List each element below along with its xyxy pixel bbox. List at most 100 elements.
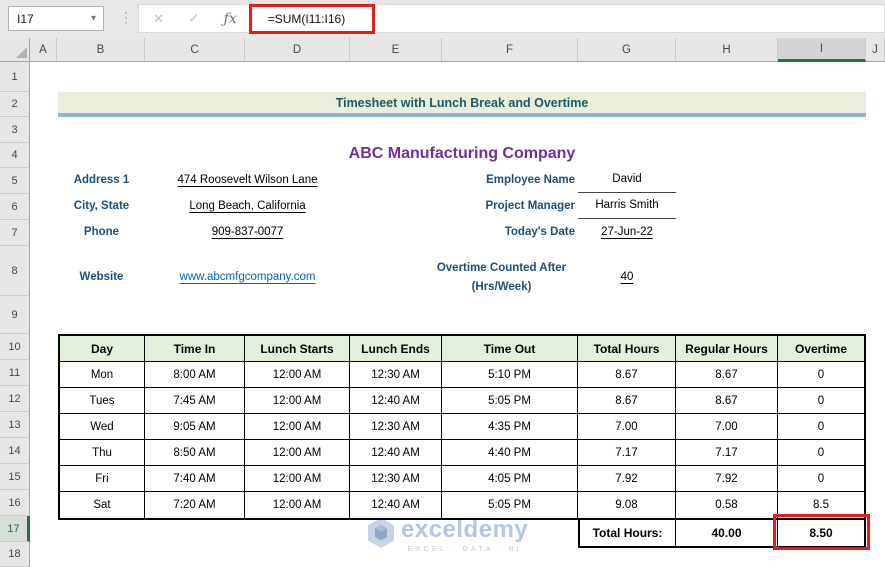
cell-G11[interactable]: 8.67: [578, 362, 676, 388]
column-header-F[interactable]: F: [442, 38, 578, 62]
cell-F15[interactable]: 4:05 PM: [442, 466, 578, 492]
cell-B12[interactable]: Tues: [60, 388, 145, 414]
enter-icon[interactable]: ✓: [188, 10, 200, 27]
cell-G16[interactable]: 9.08: [578, 492, 676, 518]
cell-D14[interactable]: 12:00 AM: [245, 440, 350, 466]
cell-B14[interactable]: Thu: [60, 440, 145, 466]
todays-date-value[interactable]: 27-Jun-22: [578, 226, 676, 238]
column-header-D[interactable]: D: [245, 38, 350, 62]
cell-C16[interactable]: 7:20 AM: [145, 492, 245, 518]
cell-E16[interactable]: 12:40 AM: [350, 492, 442, 518]
row-header-13[interactable]: 13: [0, 412, 30, 438]
row-header-18[interactable]: 18: [0, 542, 30, 567]
cell-G17[interactable]: Total Hours:: [580, 520, 676, 546]
cancel-icon[interactable]: ✕: [153, 11, 164, 27]
row-header-14[interactable]: 14: [0, 438, 30, 464]
cell-H11[interactable]: 8.67: [676, 362, 778, 388]
column-header-C[interactable]: C: [145, 38, 245, 62]
cell-I15[interactable]: 0: [778, 466, 864, 492]
cell-C15[interactable]: 7:40 AM: [145, 466, 245, 492]
cell-F14[interactable]: 4:40 PM: [442, 440, 578, 466]
cell-E13[interactable]: 12:30 AM: [350, 414, 442, 440]
formula-input[interactable]: =SUM(I11:I16): [268, 12, 345, 26]
row-header-15[interactable]: 15: [0, 464, 30, 490]
address-value[interactable]: 474 Roosevelt Wilson Lane: [145, 174, 350, 186]
row-header-10[interactable]: 10: [0, 334, 30, 360]
cell-E14[interactable]: 12:40 AM: [350, 440, 442, 466]
row-header-11[interactable]: 11: [0, 360, 30, 386]
overtime-after-value[interactable]: 40: [578, 271, 676, 283]
cell-B13[interactable]: Wed: [60, 414, 145, 440]
row-header-17[interactable]: 17: [0, 516, 30, 542]
table-header-day[interactable]: Day: [60, 336, 145, 362]
cell-G15[interactable]: 7.92: [578, 466, 676, 492]
column-header-E[interactable]: E: [350, 38, 442, 62]
select-all-corner[interactable]: [0, 38, 30, 62]
column-header-B[interactable]: B: [57, 38, 145, 62]
table-header-regular-hours[interactable]: Regular Hours: [676, 336, 778, 362]
cell-B16[interactable]: Sat: [60, 492, 145, 518]
name-box-dropdown-icon[interactable]: ▾: [91, 13, 96, 24]
row-header-3[interactable]: 3: [0, 117, 30, 143]
column-header-G[interactable]: G: [578, 38, 676, 62]
cell-C12[interactable]: 7:45 AM: [145, 388, 245, 414]
row-header-9[interactable]: 9: [0, 296, 30, 334]
cell-D16[interactable]: 12:00 AM: [245, 492, 350, 518]
cell-I14[interactable]: 0: [778, 440, 864, 466]
cell-H16[interactable]: 0.58: [676, 492, 778, 518]
employee-name-value[interactable]: David: [578, 173, 676, 193]
table-header-lunch-ends[interactable]: Lunch Ends: [350, 336, 442, 362]
column-header-H[interactable]: H: [676, 38, 778, 62]
cell-C13[interactable]: 9:05 AM: [145, 414, 245, 440]
cell-I13[interactable]: 0: [778, 414, 864, 440]
cell-B11[interactable]: Mon: [60, 362, 145, 388]
cell-C14[interactable]: 8:50 AM: [145, 440, 245, 466]
insert-function-icon[interactable]: ƒx: [224, 11, 237, 27]
phone-value[interactable]: 909-837-0077: [145, 226, 350, 238]
cell-B15[interactable]: Fri: [60, 466, 145, 492]
cell-D11[interactable]: 12:00 AM: [245, 362, 350, 388]
cell-F16[interactable]: 5:05 PM: [442, 492, 578, 518]
project-manager-value[interactable]: Harris Smith: [578, 199, 676, 219]
row-header-12[interactable]: 12: [0, 386, 30, 412]
cell-H13[interactable]: 7.00: [676, 414, 778, 440]
row-header-2[interactable]: 2: [0, 92, 30, 117]
row-header-5[interactable]: 5: [0, 168, 30, 194]
row-header-16[interactable]: 16: [0, 490, 30, 516]
table-header-overtime[interactable]: Overtime: [778, 336, 864, 362]
cell-C11[interactable]: 8:00 AM: [145, 362, 245, 388]
cell-D15[interactable]: 12:00 AM: [245, 466, 350, 492]
cell-F11[interactable]: 5:10 PM: [442, 362, 578, 388]
column-header-A[interactable]: A: [30, 38, 57, 62]
row-header-7[interactable]: 7: [0, 220, 30, 246]
cell-F12[interactable]: 5:05 PM: [442, 388, 578, 414]
cell-F13[interactable]: 4:35 PM: [442, 414, 578, 440]
cell-D13[interactable]: 12:00 AM: [245, 414, 350, 440]
cell-G14[interactable]: 7.17: [578, 440, 676, 466]
cell-I16[interactable]: 8.5: [778, 492, 864, 518]
cell-H17[interactable]: 40.00: [676, 520, 778, 546]
cell-I11[interactable]: 0: [778, 362, 864, 388]
cell-I17[interactable]: 8.50: [778, 520, 864, 546]
cell-G12[interactable]: 8.67: [578, 388, 676, 414]
website-link[interactable]: www.abcmfgcompany.com: [145, 271, 350, 283]
cell-I12[interactable]: 0: [778, 388, 864, 414]
column-header-J[interactable]: J: [866, 38, 885, 62]
cell-H15[interactable]: 7.92: [676, 466, 778, 492]
city-state-value[interactable]: Long Beach, California: [145, 200, 350, 212]
cell-H14[interactable]: 7.17: [676, 440, 778, 466]
row-header-4[interactable]: 4: [0, 143, 30, 168]
row-header-8[interactable]: 8: [0, 246, 30, 296]
column-header-I[interactable]: I: [778, 38, 866, 62]
table-header-time-in[interactable]: Time In: [145, 336, 245, 362]
cell-E15[interactable]: 12:30 AM: [350, 466, 442, 492]
cell-D12[interactable]: 12:00 AM: [245, 388, 350, 414]
table-header-total-hours[interactable]: Total Hours: [578, 336, 676, 362]
name-box[interactable]: I17 ▾: [8, 6, 104, 31]
cell-H12[interactable]: 8.67: [676, 388, 778, 414]
table-header-lunch-starts[interactable]: Lunch Starts: [245, 336, 350, 362]
cell-G13[interactable]: 7.00: [578, 414, 676, 440]
row-header-6[interactable]: 6: [0, 194, 30, 220]
cell-E12[interactable]: 12:40 AM: [350, 388, 442, 414]
row-header-1[interactable]: 1: [0, 62, 30, 92]
